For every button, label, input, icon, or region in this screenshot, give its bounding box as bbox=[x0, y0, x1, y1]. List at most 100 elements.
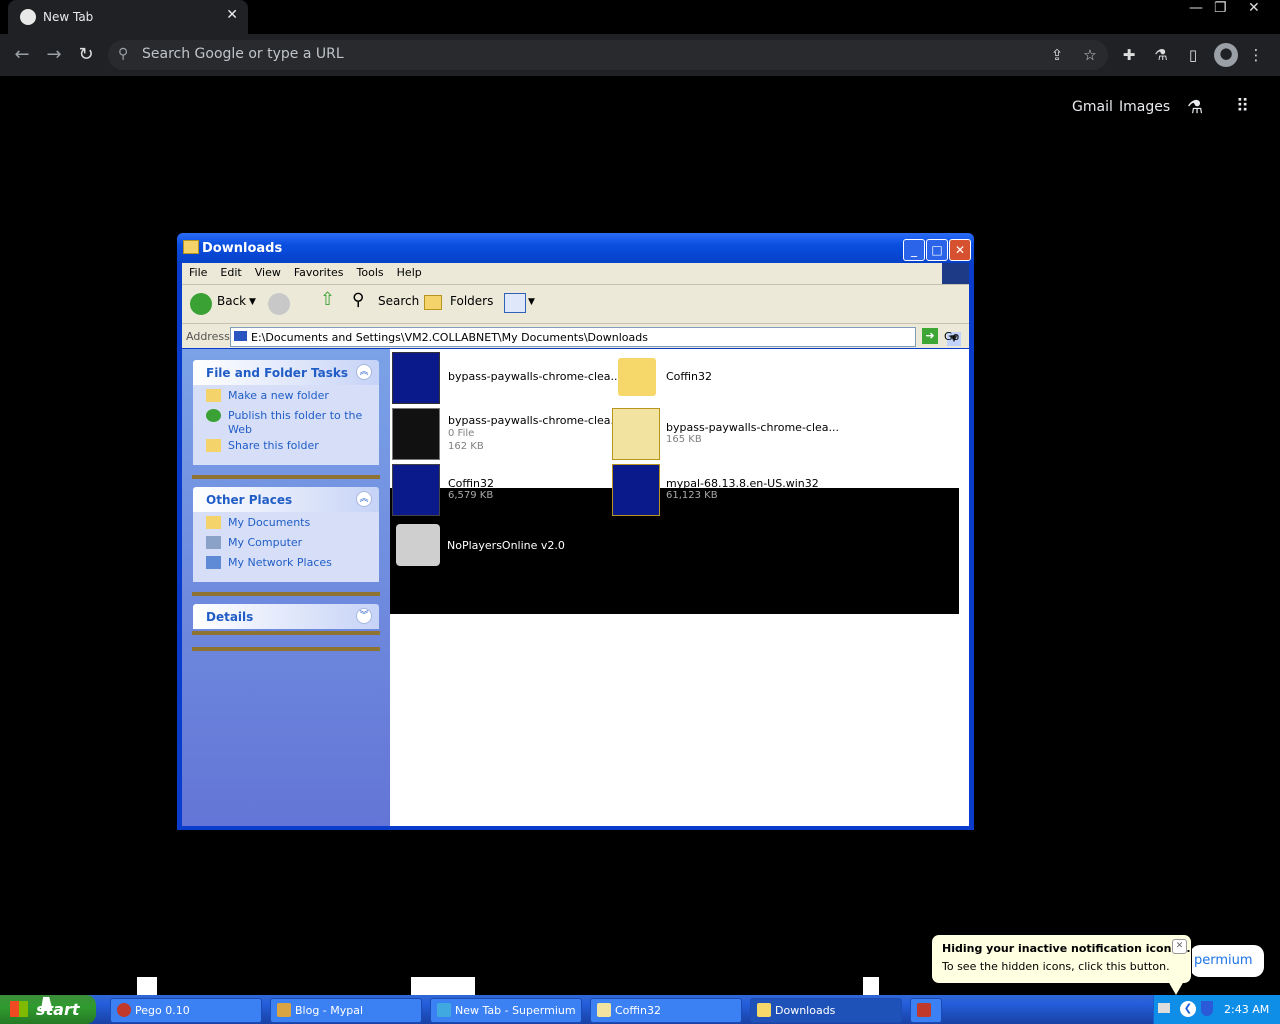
render-artifact bbox=[863, 977, 879, 995]
menu-view[interactable]: View bbox=[248, 263, 287, 279]
taskbar-button-mypal[interactable]: Blog - Mypal bbox=[270, 998, 422, 1023]
menu-favorites[interactable]: Favorites bbox=[287, 263, 350, 279]
back-arrow-icon[interactable]: ← bbox=[11, 44, 33, 66]
task-label: Downloads bbox=[775, 1004, 836, 1017]
balloon-close-icon[interactable]: ✕ bbox=[1172, 939, 1187, 954]
divider bbox=[192, 647, 380, 651]
minimize-button[interactable]: _ bbox=[903, 239, 925, 261]
search-magnifier-icon: ⚲ bbox=[352, 290, 365, 310]
my-computer-icon bbox=[206, 536, 221, 549]
security-shield-icon[interactable] bbox=[1201, 1001, 1213, 1016]
taskbar-button-coffin32[interactable]: Coffin32 bbox=[590, 998, 742, 1023]
my-documents-icon bbox=[206, 516, 221, 529]
profile-avatar-icon[interactable]: ● bbox=[1214, 43, 1238, 67]
place-my-computer[interactable]: My Computer bbox=[193, 536, 379, 556]
go-label: Go bbox=[944, 330, 960, 343]
address-value: E:\Documents and Settings\VM2.COLLABNET\… bbox=[251, 331, 648, 344]
search-button[interactable]: Search bbox=[378, 294, 419, 308]
bookmark-star-icon[interactable]: ☆ bbox=[1080, 45, 1100, 65]
show-hidden-icons-button[interactable]: ❮ bbox=[1180, 1001, 1196, 1017]
menu-tools[interactable]: Tools bbox=[350, 263, 390, 279]
menu-help[interactable]: Help bbox=[390, 263, 428, 279]
supermium-icon bbox=[437, 1003, 451, 1017]
balloon-pointer bbox=[1168, 981, 1184, 995]
go-button[interactable]: ➜ Go bbox=[920, 327, 966, 345]
images-link[interactable]: Images bbox=[1119, 99, 1170, 115]
up-folder-icon[interactable]: ⇧ bbox=[320, 289, 335, 310]
tasks-pane: File and Folder Tasks ︽ Make a new folde… bbox=[182, 349, 390, 826]
labs-icon[interactable]: ⚗ bbox=[1187, 97, 1203, 118]
other-places-header[interactable]: Other Places ︽ bbox=[193, 487, 379, 512]
omnibox[interactable]: ⚲ Search Google or type a URL bbox=[108, 40, 1108, 70]
close-window-icon[interactable]: ✕ bbox=[1248, 0, 1260, 16]
expand-chevron-icon[interactable]: ︾ bbox=[356, 608, 372, 624]
file-name: bypass-paywalls-chrome-clea... bbox=[448, 370, 622, 383]
share-icon[interactable]: ⇪ bbox=[1047, 45, 1067, 65]
folders-button[interactable]: Folders bbox=[450, 294, 493, 308]
zip-folder-icon bbox=[597, 1003, 611, 1017]
menu-bar: File Edit View Favorites Tools Help bbox=[182, 263, 969, 285]
notification-balloon[interactable]: Hiding your inactive notification icons.… bbox=[931, 934, 1192, 984]
close-button[interactable]: ✕ bbox=[949, 239, 971, 261]
zip-folder-icon bbox=[612, 464, 660, 516]
minimize-icon[interactable]: — bbox=[1189, 0, 1203, 16]
place-my-documents[interactable]: My Documents bbox=[193, 516, 379, 536]
zip-folder-icon bbox=[612, 408, 660, 460]
views-icon[interactable] bbox=[504, 293, 526, 313]
taskbar-button-downloads[interactable]: Downloads bbox=[750, 998, 902, 1023]
file-name: bypass-paywalls-chrome-clea... bbox=[448, 414, 622, 427]
task-make-new-folder[interactable]: Make a new folder bbox=[193, 389, 379, 409]
taskbar-button-supermium[interactable]: New Tab - Supermium bbox=[430, 998, 582, 1023]
task-label: Make a new folder bbox=[228, 389, 329, 402]
balloon-body: To see the hidden icons, click this butt… bbox=[942, 960, 1170, 973]
taskbar-button-pego[interactable]: Pego 0.10 bbox=[110, 998, 262, 1023]
task-share-folder[interactable]: Share this folder bbox=[193, 439, 379, 459]
collapse-chevron-icon[interactable]: ︽ bbox=[356, 491, 372, 507]
apps-grid-icon[interactable]: ⠿ bbox=[1236, 96, 1249, 117]
drive-icon bbox=[234, 331, 247, 341]
windows-logo-icon bbox=[942, 263, 969, 284]
gmail-link[interactable]: Gmail bbox=[1072, 99, 1113, 115]
task-label: Coffin32 bbox=[615, 1004, 662, 1017]
network-icon[interactable] bbox=[1158, 1003, 1170, 1013]
task-publish-folder[interactable]: Publish this folder to the Web bbox=[193, 409, 379, 439]
file-size: 6,579 KB bbox=[448, 490, 494, 501]
details-header[interactable]: Details ︾ bbox=[193, 604, 379, 629]
menu-edit[interactable]: Edit bbox=[213, 263, 247, 279]
details-panel: Details ︾ bbox=[193, 604, 379, 629]
views-dropdown-icon[interactable]: ▼ bbox=[528, 297, 535, 307]
window-titlebar[interactable]: Downloads bbox=[177, 233, 974, 263]
restore-icon[interactable]: ❐ bbox=[1214, 0, 1227, 16]
network-places-icon bbox=[206, 556, 221, 569]
clock[interactable]: 2:43 AM bbox=[1224, 1003, 1269, 1016]
back-button[interactable]: Back bbox=[217, 294, 246, 308]
file-folder-tasks-header[interactable]: File and Folder Tasks ︽ bbox=[193, 360, 379, 385]
tab-close-icon[interactable]: ✕ bbox=[226, 7, 238, 23]
browser-tab[interactable]: New Tab ✕ bbox=[8, 0, 248, 34]
new-folder-icon bbox=[206, 389, 221, 402]
back-icon bbox=[190, 293, 212, 315]
labs-flask-icon[interactable]: ⚗ bbox=[1151, 45, 1171, 65]
place-my-network[interactable]: My Network Places bbox=[193, 556, 379, 576]
collapse-chevron-icon[interactable]: ︽ bbox=[356, 364, 372, 380]
address-field[interactable]: E:\Documents and Settings\VM2.COLLABNET\… bbox=[230, 327, 961, 347]
taskbar-button-app[interactable] bbox=[910, 998, 942, 1023]
folders-icon bbox=[424, 295, 442, 310]
reload-icon[interactable]: ↻ bbox=[75, 44, 97, 66]
menu-kebab-icon[interactable]: ⋮ bbox=[1246, 45, 1266, 65]
side-panel-icon[interactable]: ▯ bbox=[1183, 45, 1203, 65]
folder-icon bbox=[618, 358, 656, 396]
extensions-icon[interactable]: ✚ bbox=[1119, 45, 1139, 65]
file-name: NoPlayersOnline v2.0 bbox=[447, 539, 565, 552]
application-icon bbox=[392, 408, 440, 460]
windows-flag-icon bbox=[10, 1001, 28, 1017]
address-bar: Address E:\Documents and Settings\VM2.CO… bbox=[182, 324, 969, 348]
forward-arrow-icon[interactable]: → bbox=[43, 44, 65, 66]
share-folder-icon bbox=[206, 439, 221, 452]
maximize-button[interactable]: □ bbox=[926, 239, 948, 261]
supermium-tooltip: permium bbox=[1190, 945, 1264, 977]
go-arrow-icon: ➜ bbox=[922, 328, 938, 344]
forward-icon[interactable] bbox=[268, 293, 290, 315]
back-dropdown-icon[interactable]: ▼ bbox=[249, 297, 256, 307]
menu-file[interactable]: File bbox=[182, 263, 213, 279]
